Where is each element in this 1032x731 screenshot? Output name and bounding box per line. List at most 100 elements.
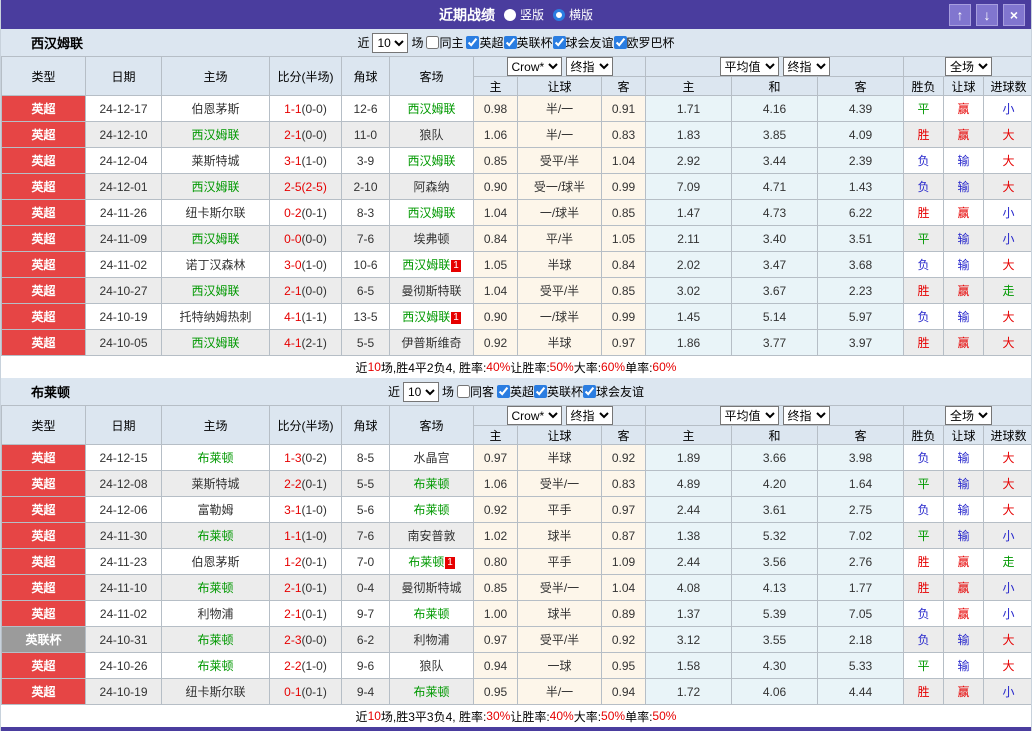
away-odds-cell: 0.83 [601,470,646,497]
result-goals-cell: 大 [983,626,1031,653]
radio-vertical-icon[interactable] [503,8,516,21]
home-odds-cell: 0.92 [473,496,518,523]
radio-horizontal-layout[interactable]: 横版 [553,6,593,23]
league-checkbox[interactable] [534,385,548,398]
radio-vertical-layout[interactable]: 竖版 [503,6,544,23]
result-handicap-cell: 赢 [943,600,985,627]
league-badge: 英超 [1,277,86,304]
avg-draw-odds-cell: 5.14 [731,303,818,330]
same-venue-checkbox[interactable] [456,385,470,398]
same-venue-filter[interactable]: 同主 [426,34,463,51]
average-odds-type-select[interactable]: 终指 [782,57,830,76]
league-filter[interactable]: 英联杯 [534,383,583,400]
league-filter[interactable]: 英超 [497,383,534,400]
away-odds-cell: 1.04 [601,574,646,601]
league-badge: 英超 [1,652,86,679]
league-checkbox[interactable] [466,36,480,49]
match-row: 英超 24-11-09 西汉姆联 0-0(0-0) 7-6 埃弗顿 0.84 平/半 1.05 2… [1,225,1031,252]
league-checkbox[interactable] [497,385,510,398]
away-team-cell: 西汉姆联 1 [389,251,474,278]
bookmaker-odds-type-select[interactable]: 终指 [565,57,613,76]
subcol-away-odds: 客 [601,76,646,96]
radio-horizontal-icon[interactable] [553,8,565,21]
fulltime-score: 0-0 [284,231,302,246]
corner-cell: 7-0 [341,548,390,575]
average-select[interactable]: 平均值 [719,57,779,76]
away-team-name: 利物浦 [413,633,450,647]
corner-cell: 8-5 [341,444,390,471]
league-filter[interactable]: 英超 [466,34,504,51]
close-button[interactable]: × [1003,3,1025,26]
avg-away-odds-cell: 2.39 [816,147,905,174]
handicap-cell: 一/球半 [517,303,602,330]
avg-away-odds-cell: 5.33 [816,652,905,679]
result-outcome-cell: 负 [903,626,945,653]
bookmaker-select[interactable]: Crow* [506,406,562,425]
league-filter-label: 英联杯 [516,36,553,50]
average-odds-type-select[interactable]: 终指 [782,406,830,425]
league-filter[interactable]: 球会友谊 [583,383,644,400]
score-cell: 0-1(0-1) [269,678,342,705]
summary-part: 大率: [573,709,602,724]
result-goals-cell: 大 [983,496,1031,523]
league-checkbox[interactable] [503,36,517,49]
home-team-cell: 西汉姆联 [161,329,270,356]
avg-away-odds-cell: 4.44 [816,678,905,705]
league-filter[interactable]: 球会友谊 [552,34,614,51]
avg-away-odds-cell: 3.97 [816,329,905,356]
fulltime-select[interactable]: 全场 [945,406,993,425]
match-date: 24-12-04 [85,147,162,174]
handicap-cell: 受半/一 [517,574,602,601]
corner-cell: 5-5 [341,470,390,497]
league-checkbox[interactable] [613,36,627,49]
same-venue-filter[interactable]: 同客 [456,383,494,400]
home-team-name: 利物浦 [197,607,234,621]
match-count-select[interactable]: 10 [372,32,409,53]
match-count-select[interactable]: 10 [402,381,439,402]
fulltime-group: 全场 [903,56,1031,77]
avg-home-odds-cell: 2.11 [645,225,732,252]
corner-cell: 9-4 [341,678,390,705]
match-row: 英超 24-11-02 利物浦 2-1(0-1) 9-7 布莱顿 1.00 球半 0.89 1.3… [1,600,1031,627]
fulltime-select[interactable]: 全场 [945,57,993,76]
summary-part: 10 [367,360,381,374]
league-checkbox[interactable] [583,385,597,398]
avg-home-odds-cell: 7.09 [645,173,732,200]
league-checkbox[interactable] [552,36,566,49]
team-name: 布莱顿 [31,385,71,400]
move-up-button[interactable]: ↑ [949,3,971,26]
handicap-cell: 受一/球半 [517,173,602,200]
halftime-score: (0-1) [301,476,327,491]
team-section: 西汉姆联 近 10 场 同主 英超 英联杯 球会友谊 欧罗巴杯 类型 日期 主场… [1,29,1031,378]
avg-away-odds-cell: 1.77 [816,574,905,601]
league-filter[interactable]: 欧罗巴杯 [613,34,675,51]
bookmaker-odds-type-select[interactable]: 终指 [565,406,613,425]
away-team-cell: 布莱顿 [389,600,474,627]
bookmaker-select[interactable]: Crow* [506,57,562,76]
corner-cell: 10-6 [341,251,390,278]
halftime-score: (1-0) [301,502,327,517]
result-outcome-cell: 平 [903,225,945,252]
score-cell: 2-1(0-1) [269,574,342,601]
avg-draw-odds-cell: 3.44 [731,147,818,174]
halftime-score: (0-0) [301,101,327,116]
same-venue-checkbox[interactable] [426,36,440,49]
away-odds-cell: 0.85 [601,199,646,226]
move-down-button[interactable]: ↓ [976,3,998,26]
result-outcome-cell: 平 [903,95,945,122]
away-team-cell: 南安普敦 [389,522,474,549]
league-filter[interactable]: 英联杯 [503,34,553,51]
home-odds-cell: 1.02 [473,522,518,549]
avg-away-odds-cell: 2.18 [816,626,905,653]
bottom-accent-bar [1,727,1031,731]
league-badge: 英超 [1,173,86,200]
avg-home-odds-cell: 1.71 [645,95,732,122]
halftime-score: (0-0) [301,283,327,298]
score-cell: 0-2(0-1) [269,199,342,226]
result-handicap-cell: 赢 [943,199,985,226]
away-team-cell: 埃弗顿 [389,225,474,252]
handicap-cell: 半球 [517,251,602,278]
avg-away-odds-cell: 6.22 [816,199,905,226]
halftime-score: (0-0) [301,231,327,246]
average-select[interactable]: 平均值 [719,406,779,425]
